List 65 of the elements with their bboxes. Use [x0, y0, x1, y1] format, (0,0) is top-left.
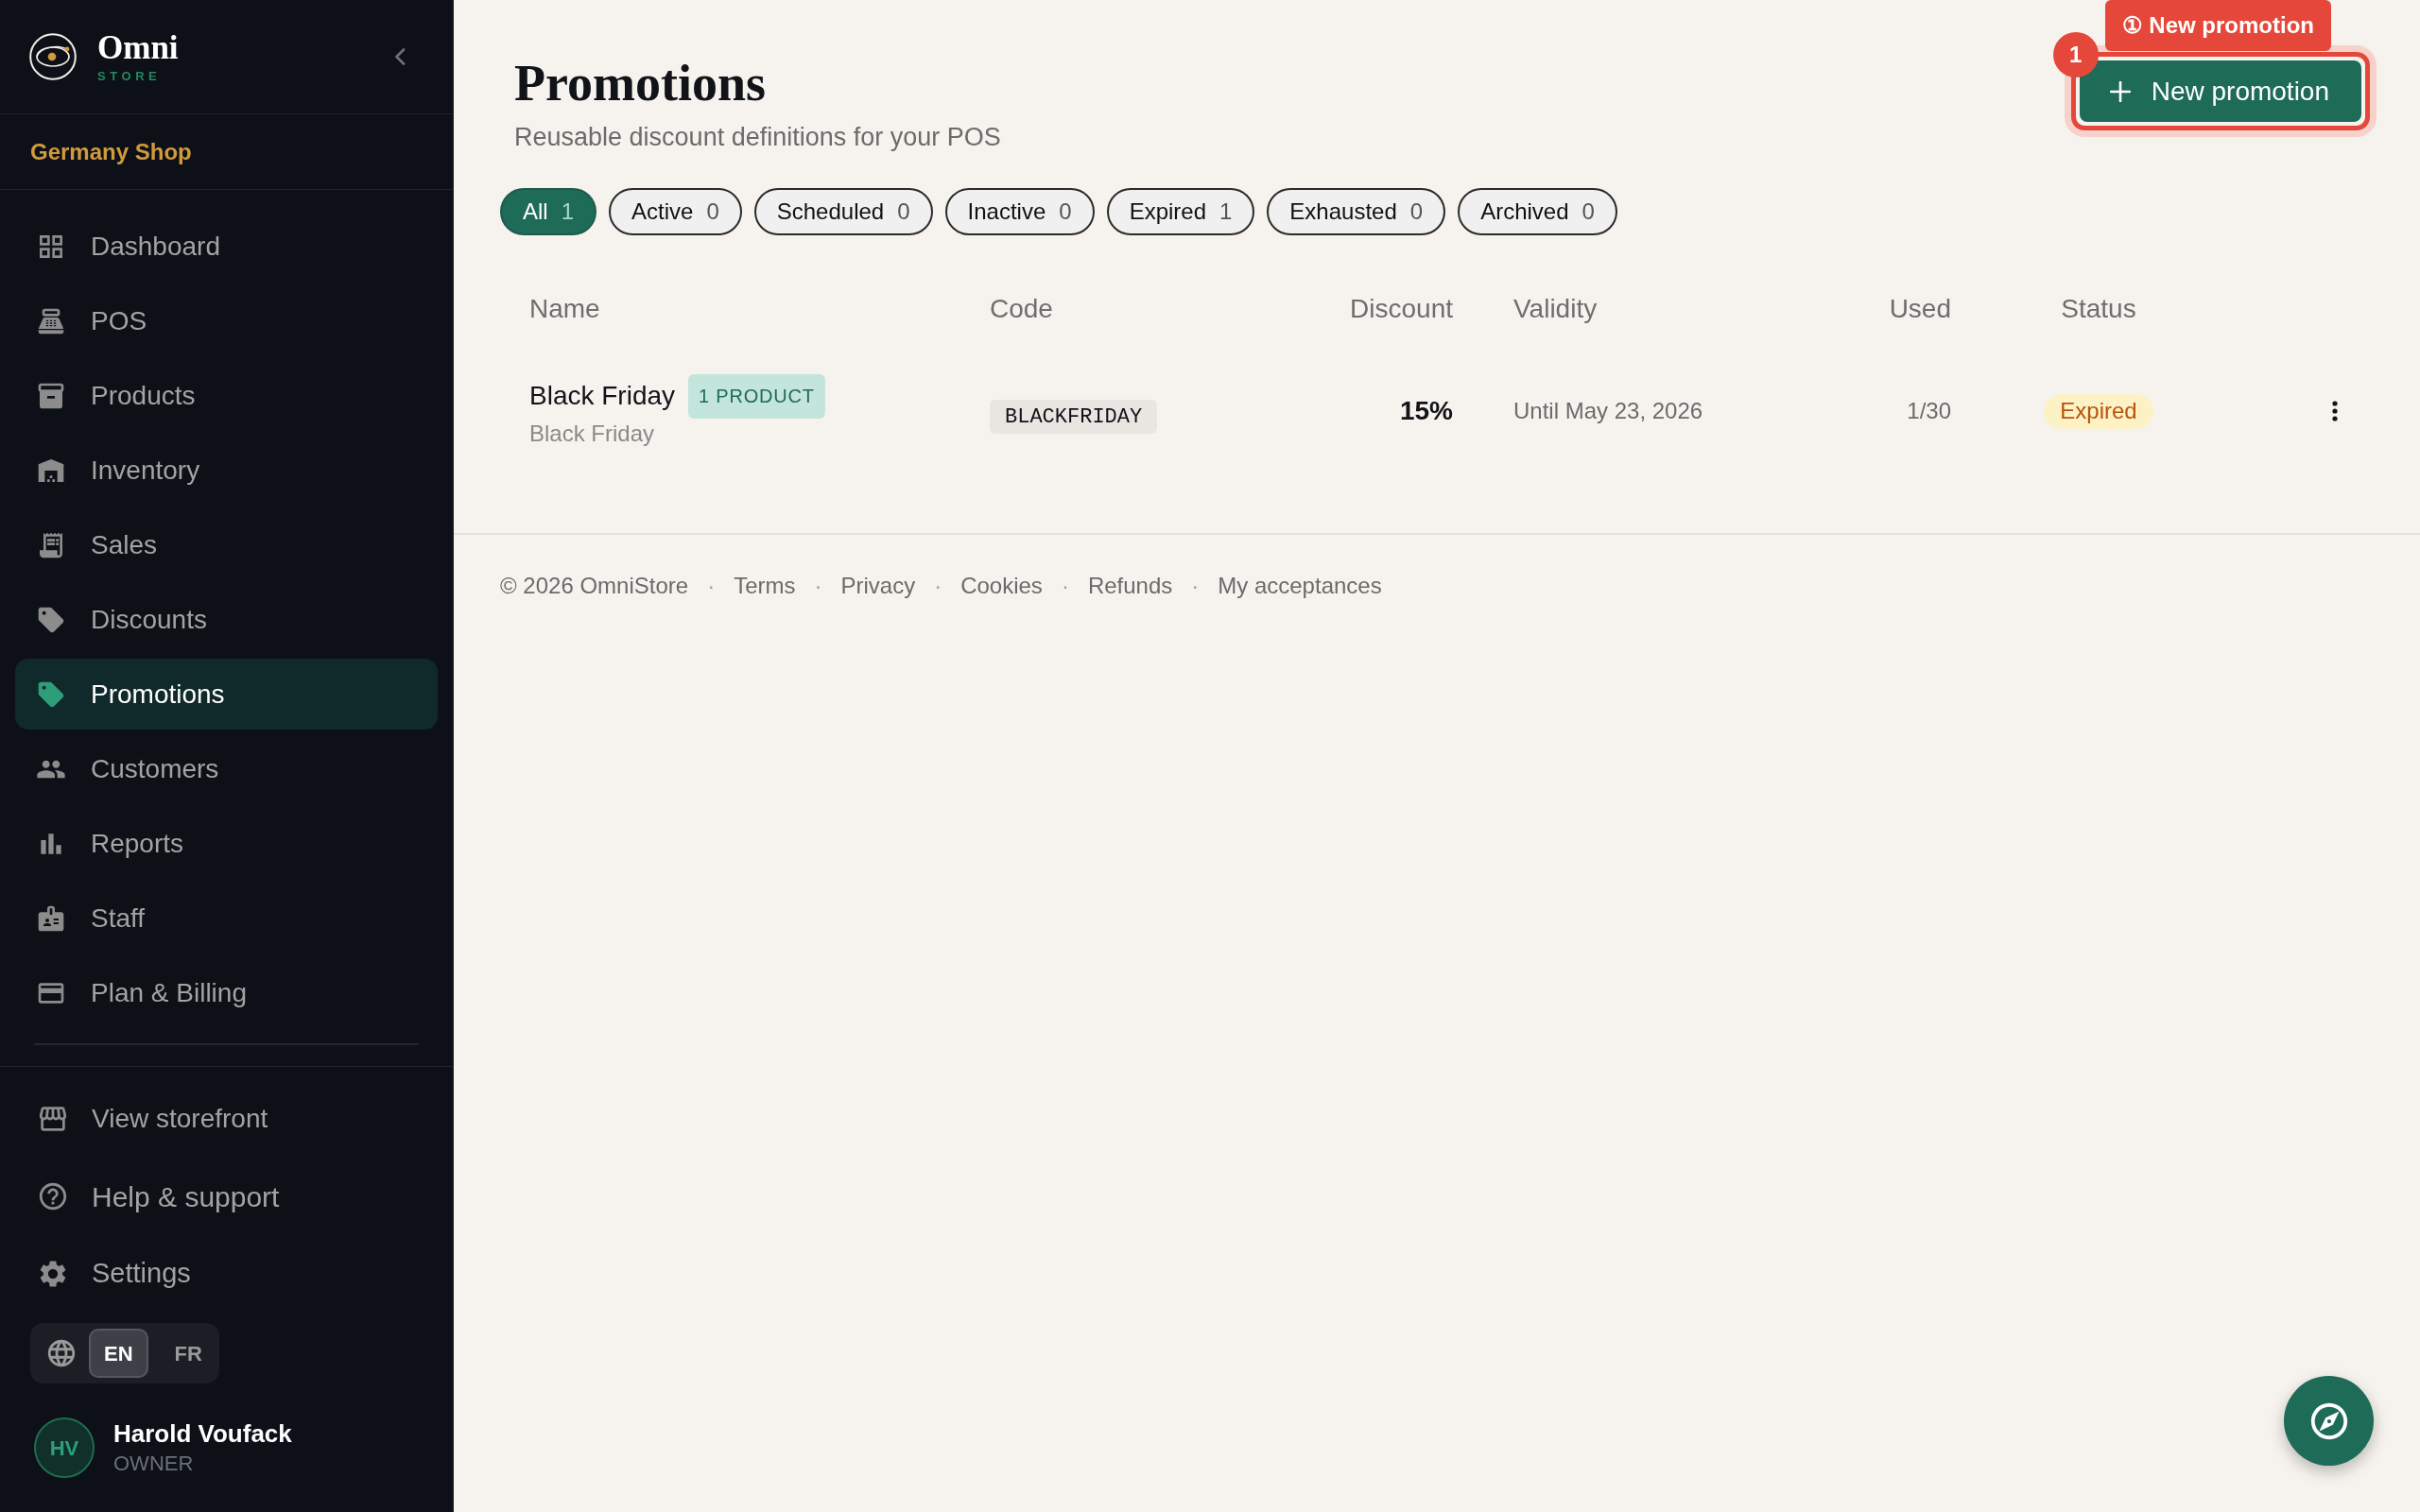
plus-icon	[2109, 80, 2131, 102]
compass-button[interactable]	[2284, 1376, 2374, 1466]
discount-value: 15%	[1399, 395, 1453, 427]
footer-link[interactable]: My acceptances	[1218, 569, 1382, 603]
nav-item[interactable]: Plan & Billing	[15, 957, 438, 1028]
user-name: Harold Voufack	[113, 1418, 292, 1450]
sidebar-link[interactable]: Settings	[15, 1238, 438, 1310]
nav-item[interactable]: Promotions	[15, 659, 438, 730]
page-title: Promotions	[514, 54, 767, 113]
nav-item[interactable]: POS	[15, 285, 438, 356]
sidebar-link[interactable]: Help & support	[15, 1160, 438, 1232]
nav-item[interactable]: Reports	[15, 808, 438, 879]
filter-tab[interactable]: All 1	[500, 188, 597, 235]
copyright-text: © 2026 OmniStore	[500, 572, 689, 600]
footer-link[interactable]: Cookies	[960, 569, 1043, 603]
brand-name: Omni	[97, 29, 179, 66]
user-role: OWNER	[113, 1451, 195, 1477]
status-badge: Expired	[2044, 393, 2153, 429]
footer-separator: ·	[934, 572, 942, 600]
annotation-label: ① New promotion	[2104, 0, 2331, 51]
footer-separator: ·	[1061, 572, 1069, 600]
collapse-chevron-icon[interactable]	[394, 48, 406, 65]
shop-name[interactable]: Germany Shop	[30, 134, 192, 169]
column-header: Discount	[1349, 293, 1453, 325]
sidebar-link[interactable]: View storefront	[15, 1083, 438, 1155]
nav-item[interactable]: Dashboard	[15, 211, 438, 282]
globe-icon	[45, 1337, 78, 1369]
language-option[interactable]: EN	[89, 1329, 148, 1378]
page-subtitle: Reusable discount definitions for your POS	[514, 122, 1001, 153]
footer-link[interactable]: Refunds	[1087, 569, 1173, 603]
more-options-icon[interactable]	[2332, 401, 2338, 421]
promo-code-tag: BLACKFRIDAY	[990, 400, 1158, 434]
product-count-tag: 1 PRODUCT	[688, 373, 825, 419]
promotion-description: Black Friday	[529, 419, 656, 448]
user-avatar[interactable]: HV	[34, 1418, 95, 1478]
footer-separator: ·	[707, 572, 716, 600]
brand-tagline: STORE	[97, 68, 163, 84]
promotion-name[interactable]: Black Friday	[529, 377, 676, 415]
nav-item[interactable]: Staff	[15, 883, 438, 954]
column-header: Status	[2060, 293, 2137, 325]
filter-tab[interactable]: Scheduled 0	[753, 188, 933, 235]
help-icon	[37, 1180, 69, 1212]
filter-tab[interactable]: Expired 1	[1106, 188, 1255, 235]
filter-tab[interactable]: Active 0	[609, 188, 742, 235]
column-header: Validity	[1513, 293, 1599, 325]
filter-tab[interactable]: Inactive 0	[944, 188, 1095, 235]
filter-tab[interactable]: Exhausted 0	[1267, 188, 1446, 235]
step-badge: 1	[2052, 32, 2099, 77]
nav-item[interactable]: Products	[15, 360, 438, 431]
nav-item[interactable]: Discounts	[15, 584, 438, 655]
nav-item[interactable]: Inventory	[15, 435, 438, 506]
language-option[interactable]: FR	[159, 1329, 217, 1378]
nav-item[interactable]: Sales	[15, 509, 438, 580]
filter-tab[interactable]: Archived 0	[1458, 188, 1617, 235]
footer-link[interactable]: Privacy	[840, 569, 916, 603]
usage-count: 1/30	[1907, 397, 1951, 425]
footer-separator: ·	[814, 572, 822, 600]
column-header: Used	[1888, 293, 1951, 325]
footer-link[interactable]: Terms	[734, 569, 796, 603]
footer-separator: ·	[1191, 572, 1200, 600]
column-header: Code	[990, 293, 1054, 325]
nav-item[interactable]: Customers	[15, 733, 438, 804]
logo-icon	[29, 33, 77, 80]
validity-text: Until May 23, 2026	[1513, 398, 1703, 423]
column-header: Name	[529, 293, 601, 325]
